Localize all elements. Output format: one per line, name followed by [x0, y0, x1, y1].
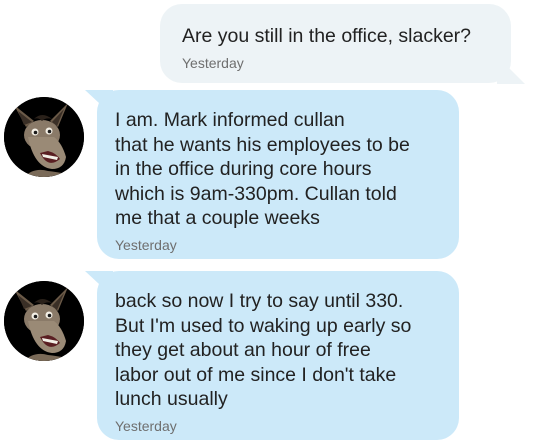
contact-avatar[interactable] [4, 97, 84, 177]
contact-avatar[interactable] [4, 281, 84, 361]
message-timestamp: Yesterday [115, 236, 177, 253]
message-timestamp: Yesterday [115, 417, 177, 434]
message-thread: Are you still in the office, slacker? Ye… [0, 0, 535, 445]
message-text: I am. Mark informed cullan that he wants… [115, 109, 410, 229]
outgoing-message-bubble[interactable]: Are you still in the office, slacker? Ye… [160, 4, 525, 84]
donkey-avatar-icon [4, 97, 84, 177]
message-text: back so now I try to say until 330. But … [115, 290, 412, 410]
incoming-message-bubble[interactable]: I am. Mark informed cullan that he wants… [85, 90, 459, 259]
incoming-message-bubble[interactable]: back so now I try to say until 330. But … [85, 271, 459, 440]
message-timestamp: Yesterday [182, 54, 244, 71]
message-text: Are you still in the office, slacker? [182, 25, 472, 47]
donkey-avatar-icon [4, 281, 84, 361]
